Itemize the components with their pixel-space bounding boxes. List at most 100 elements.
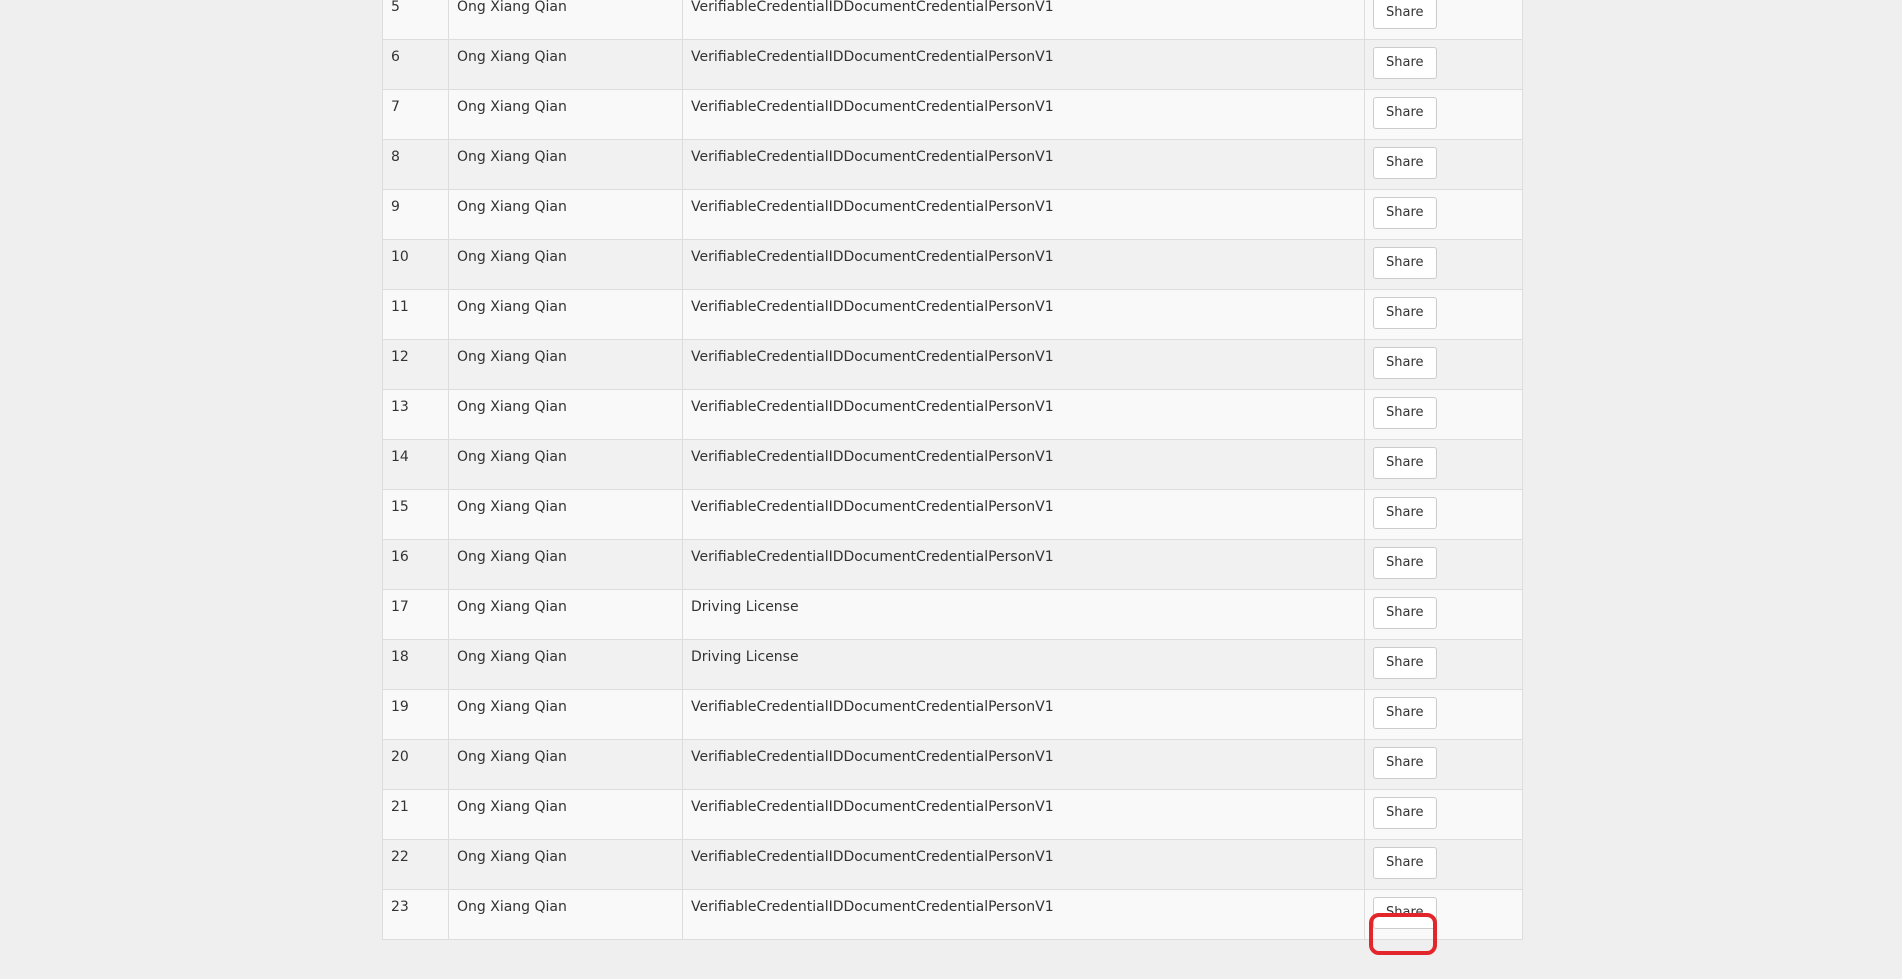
row-index-cell: 6: [382, 39, 449, 90]
credential-type-cell: Driving License: [682, 589, 1365, 640]
table-row: 17 Ong Xiang Qian Driving License Share: [382, 589, 1523, 640]
share-button[interactable]: Share: [1373, 497, 1437, 529]
table-row: 23 Ong Xiang Qian VerifiableCredentialIDDo…: [382, 889, 1523, 940]
action-cell: Share: [1364, 239, 1523, 290]
credential-type-cell: VerifiableCredentialIDDocumentCredential…: [682, 489, 1365, 540]
table-row: 6 Ong Xiang Qian VerifiableCredentialIDDoc…: [382, 39, 1523, 90]
holder-name-cell: Ong Xiang Qian: [448, 839, 683, 890]
table-row: 16 Ong Xiang Qian VerifiableCredentialIDDo…: [382, 539, 1523, 590]
row-index-cell: 11: [382, 289, 449, 340]
row-index-cell: 15: [382, 489, 449, 540]
row-index-cell: 12: [382, 339, 449, 390]
share-button[interactable]: Share: [1373, 797, 1437, 829]
share-button[interactable]: Share: [1373, 97, 1437, 129]
share-button[interactable]: Share: [1373, 0, 1437, 29]
holder-name-cell: Ong Xiang Qian: [448, 139, 683, 190]
share-button[interactable]: Share: [1373, 397, 1437, 429]
holder-name-cell: Ong Xiang Qian: [448, 539, 683, 590]
credential-type-cell: VerifiableCredentialIDDocumentCredential…: [682, 89, 1365, 140]
credential-type-cell: VerifiableCredentialIDDocumentCredential…: [682, 439, 1365, 490]
share-button[interactable]: Share: [1373, 297, 1437, 329]
credential-type-cell: VerifiableCredentialIDDocumentCredential…: [682, 389, 1365, 440]
table-row: 18 Ong Xiang Qian Driving License Share: [382, 639, 1523, 690]
credential-type-cell: VerifiableCredentialIDDocumentCredential…: [682, 289, 1365, 340]
action-cell: Share: [1364, 39, 1523, 90]
action-cell: Share: [1364, 589, 1523, 640]
holder-name-cell: Ong Xiang Qian: [448, 789, 683, 840]
row-index-cell: 17: [382, 589, 449, 640]
credential-type-cell: VerifiableCredentialIDDocumentCredential…: [682, 139, 1365, 190]
table-row: 19 Ong Xiang Qian VerifiableCredentialIDDo…: [382, 689, 1523, 740]
row-index-cell: 23: [382, 889, 449, 940]
credential-type-cell: VerifiableCredentialIDDocumentCredential…: [682, 339, 1365, 390]
row-index-cell: 7: [382, 89, 449, 140]
holder-name-cell: Ong Xiang Qian: [448, 489, 683, 540]
holder-name-cell: Ong Xiang Qian: [448, 589, 683, 640]
table-row: 5 Ong Xiang Qian VerifiableCredentialIDDoc…: [382, 0, 1523, 40]
share-button[interactable]: Share: [1373, 697, 1437, 729]
action-cell: Share: [1364, 439, 1523, 490]
share-button[interactable]: Share: [1373, 347, 1437, 379]
holder-name-cell: Ong Xiang Qian: [448, 639, 683, 690]
row-index-cell: 21: [382, 789, 449, 840]
action-cell: Share: [1364, 489, 1523, 540]
share-button[interactable]: Share: [1373, 47, 1437, 79]
credentials-table-body: 5 Ong Xiang Qian VerifiableCredentialIDDoc…: [382, 0, 1523, 940]
table-row: 11 Ong Xiang Qian VerifiableCredentialIDDo…: [382, 289, 1523, 340]
credentials-table: 5 Ong Xiang Qian VerifiableCredentialIDDoc…: [382, 0, 1523, 940]
credential-type-cell: VerifiableCredentialIDDocumentCredential…: [682, 239, 1365, 290]
table-row: 13 Ong Xiang Qian VerifiableCredentialIDDo…: [382, 389, 1523, 440]
holder-name-cell: Ong Xiang Qian: [448, 339, 683, 390]
row-index-cell: 22: [382, 839, 449, 890]
row-index-cell: 8: [382, 139, 449, 190]
action-cell: Share: [1364, 289, 1523, 340]
action-cell: Share: [1364, 639, 1523, 690]
table-row: 7 Ong Xiang Qian VerifiableCredentialIDDoc…: [382, 89, 1523, 140]
table-row: 9 Ong Xiang Qian VerifiableCredentialIDDoc…: [382, 189, 1523, 240]
action-cell: Share: [1364, 89, 1523, 140]
share-button[interactable]: Share: [1373, 247, 1437, 279]
credential-type-cell: VerifiableCredentialIDDocumentCredential…: [682, 689, 1365, 740]
credentials-table-container: 5 Ong Xiang Qian VerifiableCredentialIDDoc…: [382, 0, 1523, 940]
action-cell: Share: [1364, 839, 1523, 890]
holder-name-cell: Ong Xiang Qian: [448, 689, 683, 740]
credential-type-cell: VerifiableCredentialIDDocumentCredential…: [682, 889, 1365, 940]
share-button[interactable]: Share: [1373, 647, 1437, 679]
action-cell: Share: [1364, 0, 1523, 40]
action-cell: Share: [1364, 339, 1523, 390]
share-button[interactable]: Share: [1373, 897, 1437, 929]
action-cell: Share: [1364, 739, 1523, 790]
credential-type-cell: VerifiableCredentialIDDocumentCredential…: [682, 0, 1365, 40]
row-index-cell: 5: [382, 0, 449, 40]
holder-name-cell: Ong Xiang Qian: [448, 439, 683, 490]
table-row: 10 Ong Xiang Qian VerifiableCredentialIDDo…: [382, 239, 1523, 290]
row-index-cell: 10: [382, 239, 449, 290]
share-button[interactable]: Share: [1373, 547, 1437, 579]
holder-name-cell: Ong Xiang Qian: [448, 739, 683, 790]
table-row: 8 Ong Xiang Qian VerifiableCredentialIDDoc…: [382, 139, 1523, 190]
row-index-cell: 9: [382, 189, 449, 240]
action-cell: Share: [1364, 139, 1523, 190]
action-cell: Share: [1364, 789, 1523, 840]
credential-type-cell: VerifiableCredentialIDDocumentCredential…: [682, 789, 1365, 840]
share-button[interactable]: Share: [1373, 747, 1437, 779]
row-index-cell: 19: [382, 689, 449, 740]
share-button[interactable]: Share: [1373, 147, 1437, 179]
share-button[interactable]: Share: [1373, 847, 1437, 879]
share-button[interactable]: Share: [1373, 197, 1437, 229]
action-cell: Share: [1364, 189, 1523, 240]
action-cell: Share: [1364, 689, 1523, 740]
credential-type-cell: VerifiableCredentialIDDocumentCredential…: [682, 539, 1365, 590]
share-button[interactable]: Share: [1373, 447, 1437, 479]
row-index-cell: 14: [382, 439, 449, 490]
table-row: 20 Ong Xiang Qian VerifiableCredentialIDDo…: [382, 739, 1523, 790]
credential-type-cell: VerifiableCredentialIDDocumentCredential…: [682, 839, 1365, 890]
holder-name-cell: Ong Xiang Qian: [448, 189, 683, 240]
holder-name-cell: Ong Xiang Qian: [448, 889, 683, 940]
row-index-cell: 16: [382, 539, 449, 590]
action-cell: Share: [1364, 389, 1523, 440]
row-index-cell: 20: [382, 739, 449, 790]
table-row: 14 Ong Xiang Qian VerifiableCredentialIDDo…: [382, 439, 1523, 490]
share-button[interactable]: Share: [1373, 597, 1437, 629]
holder-name-cell: Ong Xiang Qian: [448, 0, 683, 40]
